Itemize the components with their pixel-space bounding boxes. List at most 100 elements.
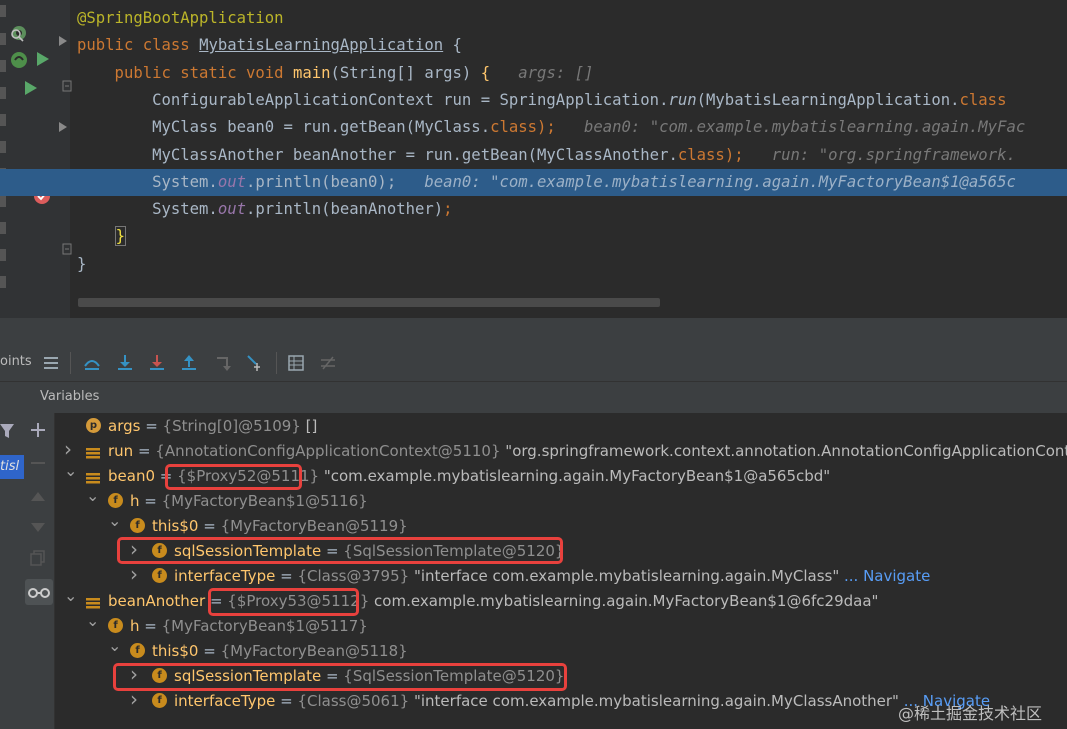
variable-type: {String[0]@5109} — [162, 417, 301, 435]
code-line[interactable]: System.out.println(beanAnother); — [0, 196, 1067, 223]
variable-name: beanAnother — [108, 592, 206, 610]
code-token: ); — [537, 118, 556, 137]
variable-name: interfaceType — [174, 692, 276, 710]
code-line[interactable]: } — [0, 251, 1067, 278]
code-token: .println(beanAnother) — [246, 200, 444, 219]
collapse-arrow-icon[interactable]: ⌄ — [64, 458, 77, 483]
remove-watch-icon[interactable] — [30, 455, 46, 471]
code-line[interactable]: public class MybatisLearningApplication … — [0, 32, 1067, 59]
code-editor[interactable]: @SpringBootApplication public class Mybat… — [0, 0, 1067, 318]
code-area[interactable]: @SpringBootApplication public class Mybat… — [0, 0, 1067, 318]
run-to-cursor-icon[interactable] — [246, 354, 264, 372]
annotation-box-sqlsessiontemplate-1 — [117, 537, 563, 564]
code-line-text: System.out.println(bean0); bean0: "com.e… — [77, 169, 1016, 196]
code-line-text: MyClass bean0 = run.getBean(MyClass.clas… — [77, 114, 1025, 141]
debugger-toolbar: oints — [0, 346, 1067, 382]
threads-list-icon[interactable] — [42, 354, 60, 372]
variable-type: {MyFactoryBean@5118} — [220, 642, 408, 660]
annotation-box-proxy53 — [208, 588, 359, 616]
code-line[interactable]: MyClassAnother beanAnother = run.getBean… — [0, 142, 1067, 169]
variable-value: "interface com.example.mybatislearning.a… — [409, 567, 840, 585]
equals-sign: = — [275, 692, 298, 710]
code-line-current[interactable]: System.out.println(bean0); bean0: "com.e… — [0, 168, 1067, 196]
add-watch-icon[interactable] — [30, 422, 46, 438]
force-step-into-icon[interactable] — [148, 354, 166, 372]
frames-panel-edge: tisl — [0, 413, 24, 729]
inline-value-hint: bean0: "com.example.mybatislearning.agai… — [555, 118, 1026, 137]
variable-name: bean0 — [108, 467, 155, 485]
code-line-text: public static void main(String[] args) {… — [77, 60, 594, 87]
code-line-text: @SpringBootApplication — [77, 5, 284, 32]
equals-sign: = — [198, 517, 221, 535]
breakpoints-tab-label[interactable]: oints — [0, 354, 32, 369]
variable-row[interactable]: ⌄ f h = {MyFactoryBean$1@5116} — [54, 486, 1067, 514]
collapse-arrow-icon[interactable]: ⌄ — [64, 583, 77, 608]
code-line[interactable]: public static void main(String[] args) {… — [0, 60, 1067, 87]
code-token: System. — [77, 200, 218, 219]
variable-value: [] — [300, 417, 318, 435]
code-token: class — [677, 145, 725, 164]
code-line[interactable]: ConfigurableApplicationContext run = Spr… — [0, 87, 1067, 114]
step-into-icon[interactable] — [116, 354, 134, 372]
variable-row[interactable]: ⌄ f h = {MyFactoryBean$1@5117} — [54, 611, 1067, 639]
variable-row[interactable]: ⌄ f this$0 = {MyFactoryBean@5119} — [54, 511, 1067, 539]
code-token: System. — [77, 172, 218, 191]
code-line-text: } — [77, 223, 126, 250]
filter-icon[interactable] — [0, 423, 14, 439]
move-up-icon[interactable] — [30, 489, 46, 505]
code-token: MyClass bean0 = run.getBean(MyClass. — [77, 118, 491, 137]
variable-name: h — [130, 492, 140, 510]
code-token: { — [480, 63, 491, 82]
equals-sign: = — [133, 442, 156, 460]
code-token: main — [292, 63, 331, 82]
code-line[interactable]: @SpringBootApplication — [0, 5, 1067, 32]
variable-row[interactable]: ⌄ beanAnother = {$Proxy53@5112} com.examp… — [54, 586, 1067, 614]
step-over-icon[interactable] — [83, 354, 101, 372]
show-watches-toggle[interactable] — [25, 579, 53, 605]
equals-sign: = — [275, 567, 298, 585]
panel-divider[interactable] — [0, 318, 1067, 346]
variable-value: "org.springframework.context.annotation.… — [500, 442, 1067, 460]
watermark: @稀土掘金技术社区 — [898, 704, 1043, 723]
code-token: } — [114, 226, 126, 247]
collapse-arrow-icon[interactable]: ⌄ — [108, 633, 121, 658]
collapse-arrow-icon[interactable]: ⌄ — [86, 483, 99, 508]
frame-tab[interactable]: tisl — [0, 455, 24, 479]
code-token: out — [217, 200, 246, 219]
variable-row[interactable]: ⌄ f this$0 = {MyFactoryBean@5118} — [54, 636, 1067, 664]
equals-sign: = — [140, 417, 163, 435]
variable-type: {Class@3795} — [297, 567, 410, 585]
code-token: class — [959, 90, 1007, 109]
variable-type: {Class@5061} — [297, 692, 410, 710]
collapse-arrow-icon[interactable]: ⌄ — [86, 608, 99, 633]
collapse-arrow-icon[interactable]: ⌄ — [108, 508, 121, 533]
variable-name: interfaceType — [174, 567, 276, 585]
variable-row[interactable]: p args = {String[0]@5109} [] — [54, 414, 1067, 439]
code-line[interactable]: MyClass bean0 = run.getBean(MyClass.clas… — [0, 114, 1067, 141]
variable-row[interactable]: › run = {AnnotationConfigApplicationConte… — [54, 437, 1067, 464]
code-token: (MybatisLearningApplication. — [696, 90, 960, 109]
code-line-text: public class MybatisLearningApplication … — [77, 32, 462, 59]
horizontal-scrollbar[interactable] — [78, 298, 660, 307]
copy-icon[interactable] — [30, 550, 46, 566]
variable-value: "interface com.example.mybatislearning.a… — [409, 692, 899, 710]
variable-type: {AnnotationConfigApplicationContext@5110… — [155, 442, 501, 460]
code-line[interactable]: } — [0, 223, 1067, 250]
variable-type: {MyFactoryBean$1@5117} — [161, 617, 368, 635]
variables-title: Variables — [40, 389, 100, 404]
navigate-link[interactable]: ... Navigate — [839, 567, 930, 585]
drop-frame-icon[interactable] — [214, 354, 232, 372]
evaluate-icon[interactable] — [287, 354, 305, 372]
code-token: out — [217, 172, 246, 191]
move-down-icon[interactable] — [30, 519, 46, 535]
trace-icon[interactable] — [319, 354, 337, 372]
code-line-text: MyClassAnother beanAnother = run.getBean… — [77, 142, 1016, 169]
equals-sign: = — [198, 642, 221, 660]
step-out-icon[interactable] — [180, 354, 198, 372]
expand-arrow-icon[interactable]: › — [130, 562, 138, 587]
variable-row[interactable]: › f interfaceType = {Class@3795} "interfac… — [54, 562, 1067, 589]
inline-value-hint: args: [] — [490, 63, 594, 82]
equals-sign: = — [139, 492, 162, 510]
variable-value: "com.example.mybatislearning.again.MyFac… — [319, 467, 831, 485]
